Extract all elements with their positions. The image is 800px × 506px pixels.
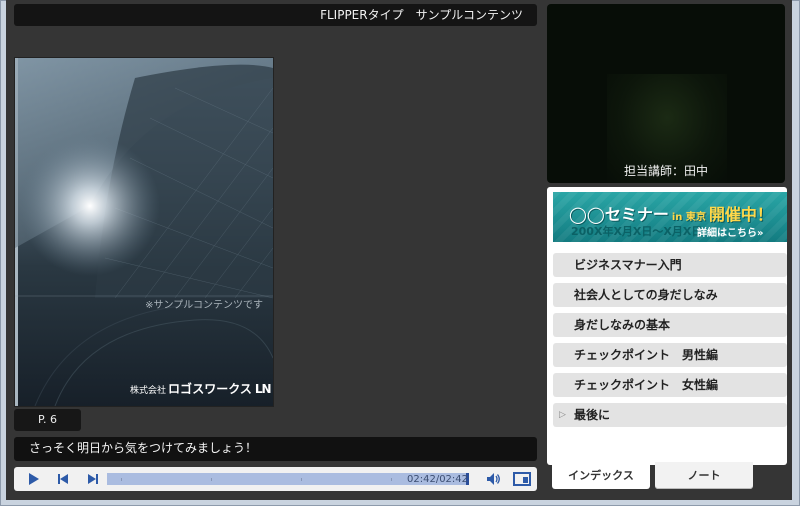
index-item[interactable]: チェックポイント 男性編: [553, 343, 787, 367]
instructor-label: 担当講師：田中: [623, 164, 708, 178]
index-item[interactable]: ビジネスマナー入門: [553, 253, 787, 277]
company-logo: 株式会社 ロゴスワークス LN: [130, 380, 272, 397]
index-item-current[interactable]: ▷ 最後に: [553, 403, 787, 427]
index-item-label: チェックポイント 女性編: [574, 378, 719, 392]
index-item-label: 最後に: [574, 408, 611, 422]
play-icon[interactable]: [25, 471, 41, 487]
player-stage: FLIPPERタイプ サンプルコンテンツ ※サンプルコンテンツです 株式会社 ロ…: [6, 0, 792, 500]
logo-name: ロゴスワークス: [168, 382, 252, 396]
page-indicator: P. 6: [14, 409, 81, 431]
index-item-label: チェックポイント 男性編: [574, 348, 719, 362]
seek-tick: [391, 478, 392, 481]
content-title: FLIPPERタイプ サンプルコンテンツ: [320, 8, 523, 22]
content-title-bar: FLIPPERタイプ サンプルコンテンツ: [14, 4, 537, 26]
tab-note-label: ノート: [687, 469, 721, 482]
current-arrow-icon: ▷: [559, 410, 566, 420]
tab-index[interactable]: インデックス: [552, 462, 650, 489]
index-item-label: 身だしなみの基本: [574, 318, 671, 332]
index-panel: ◯◯セミナー in 東京 開催中！ 200X年X月X日～X月X日 詳細はこちら» ビ…: [547, 187, 787, 465]
seek-tick: [211, 478, 212, 481]
layout-toggle-icon[interactable]: [513, 471, 531, 487]
cover-artwork: [15, 58, 273, 406]
book-page[interactable]: ※サンプルコンテンツです 株式会社 ロゴスワークス LN: [15, 58, 273, 406]
banner-dates: 200X年X月X日～X月X日: [571, 225, 703, 238]
index-item[interactable]: チェックポイント 女性編: [553, 373, 787, 397]
tab-note[interactable]: ノート: [655, 462, 753, 489]
banner-title-prefix: ◯◯セミナー: [569, 205, 669, 224]
page-number: P. 6: [38, 413, 57, 426]
volume-icon[interactable]: [485, 471, 501, 487]
index-item-label: 社会人としての身だしなみ: [574, 288, 718, 302]
instructor-video[interactable]: 担当講師：田中: [547, 4, 785, 183]
sample-notice: ※サンプルコンテンツです: [145, 300, 263, 311]
banner-location: in 東京: [671, 212, 706, 223]
tab-index-label: インデックス: [568, 469, 634, 482]
banner-status: 開催中！: [708, 205, 773, 224]
caption-bar: さっそく明日から気をつけてみましょう！: [14, 437, 537, 461]
caption-text: さっそく明日から気をつけてみましょう！: [29, 441, 258, 455]
next-icon[interactable]: [85, 471, 101, 487]
seek-tick: [301, 478, 302, 481]
previous-icon[interactable]: [55, 471, 71, 487]
playback-time: 02:42/02:42: [407, 474, 469, 485]
banner-details-link[interactable]: 詳細はこちら»: [697, 224, 763, 239]
seek-tick: [121, 478, 122, 481]
index-item-label: ビジネスマナー入門: [574, 258, 682, 272]
banner-title: ◯◯セミナー in 東京 開催中！: [569, 201, 773, 225]
index-item[interactable]: 社会人としての身だしなみ: [553, 283, 787, 307]
logo-mark: LN: [254, 382, 272, 396]
player-controls: 02:42/02:42: [14, 467, 537, 491]
seminar-banner[interactable]: ◯◯セミナー in 東京 開催中！ 200X年X月X日～X月X日 詳細はこちら»: [553, 192, 787, 242]
index-item[interactable]: 身だしなみの基本: [553, 313, 787, 337]
logo-prefix: 株式会社: [130, 386, 167, 396]
